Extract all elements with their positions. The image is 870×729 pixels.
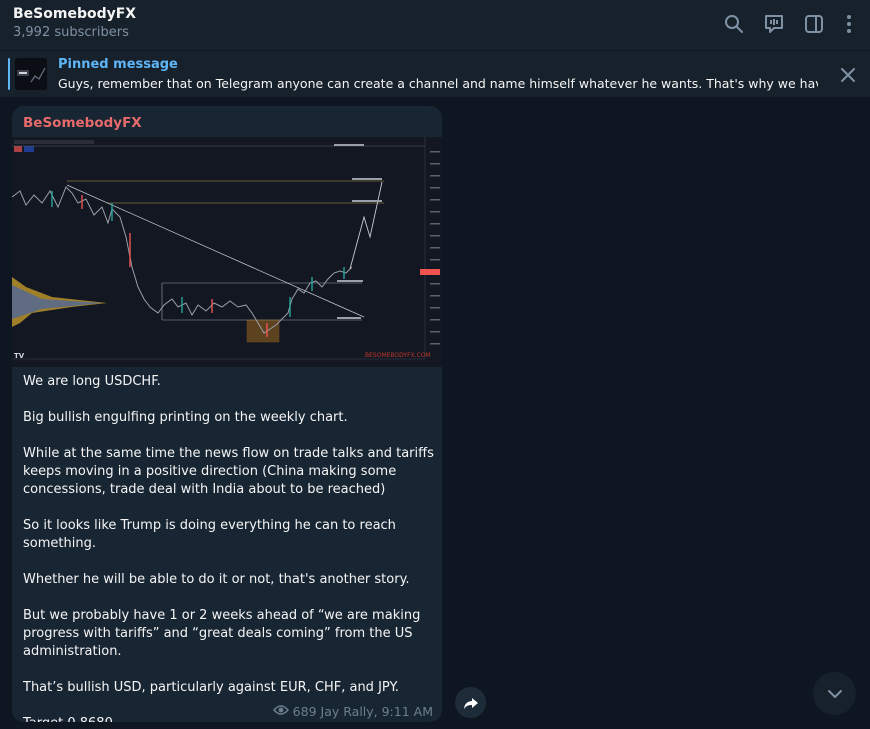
message-chart-image[interactable]: BESOMEBODYFX.COM TV [12,137,442,367]
pinned-text: Guys, remember that on Telegram anyone c… [58,76,818,91]
chevron-down-icon [827,689,842,698]
pinned-message-bar[interactable]: Pinned message Guys, remember that on Te… [0,51,870,97]
pinned-thumbnail [15,58,47,90]
view-count: 689 [292,704,317,719]
message-bubble: BeSomebodyFX BESOMEBODYFX.COM TV We are … [12,106,442,722]
eye-icon [272,704,289,719]
share-arrow-icon [463,697,478,709]
message-author[interactable]: BeSomebodyFX [23,115,142,131]
channel-title[interactable]: BeSomebodyFX [13,6,136,22]
scroll-down-button[interactable] [813,672,856,715]
share-button[interactable] [455,687,486,718]
sidebar-toggle-icon[interactable] [802,12,826,36]
svg-text:TV: TV [14,352,25,360]
chart-watermark: BESOMEBODYFX.COM [365,352,431,359]
pinned-title: Pinned message [58,57,178,72]
search-icon[interactable] [722,12,746,36]
message-signature: Jay Rally, 9:11 AM [320,704,433,719]
video-chat-icon[interactable] [762,12,786,36]
close-icon[interactable] [838,65,858,85]
message-footer: 689 Jay Rally, 9:11 AM [272,704,433,719]
chat-header: BeSomebodyFX 3,992 subscribers [0,0,870,50]
pinned-indicator [8,58,10,90]
message-text: We are long USDCHF. Big bullish engulfin… [23,374,434,722]
more-vertical-icon[interactable] [837,12,861,36]
subscriber-count: 3,992 subscribers [13,25,129,40]
